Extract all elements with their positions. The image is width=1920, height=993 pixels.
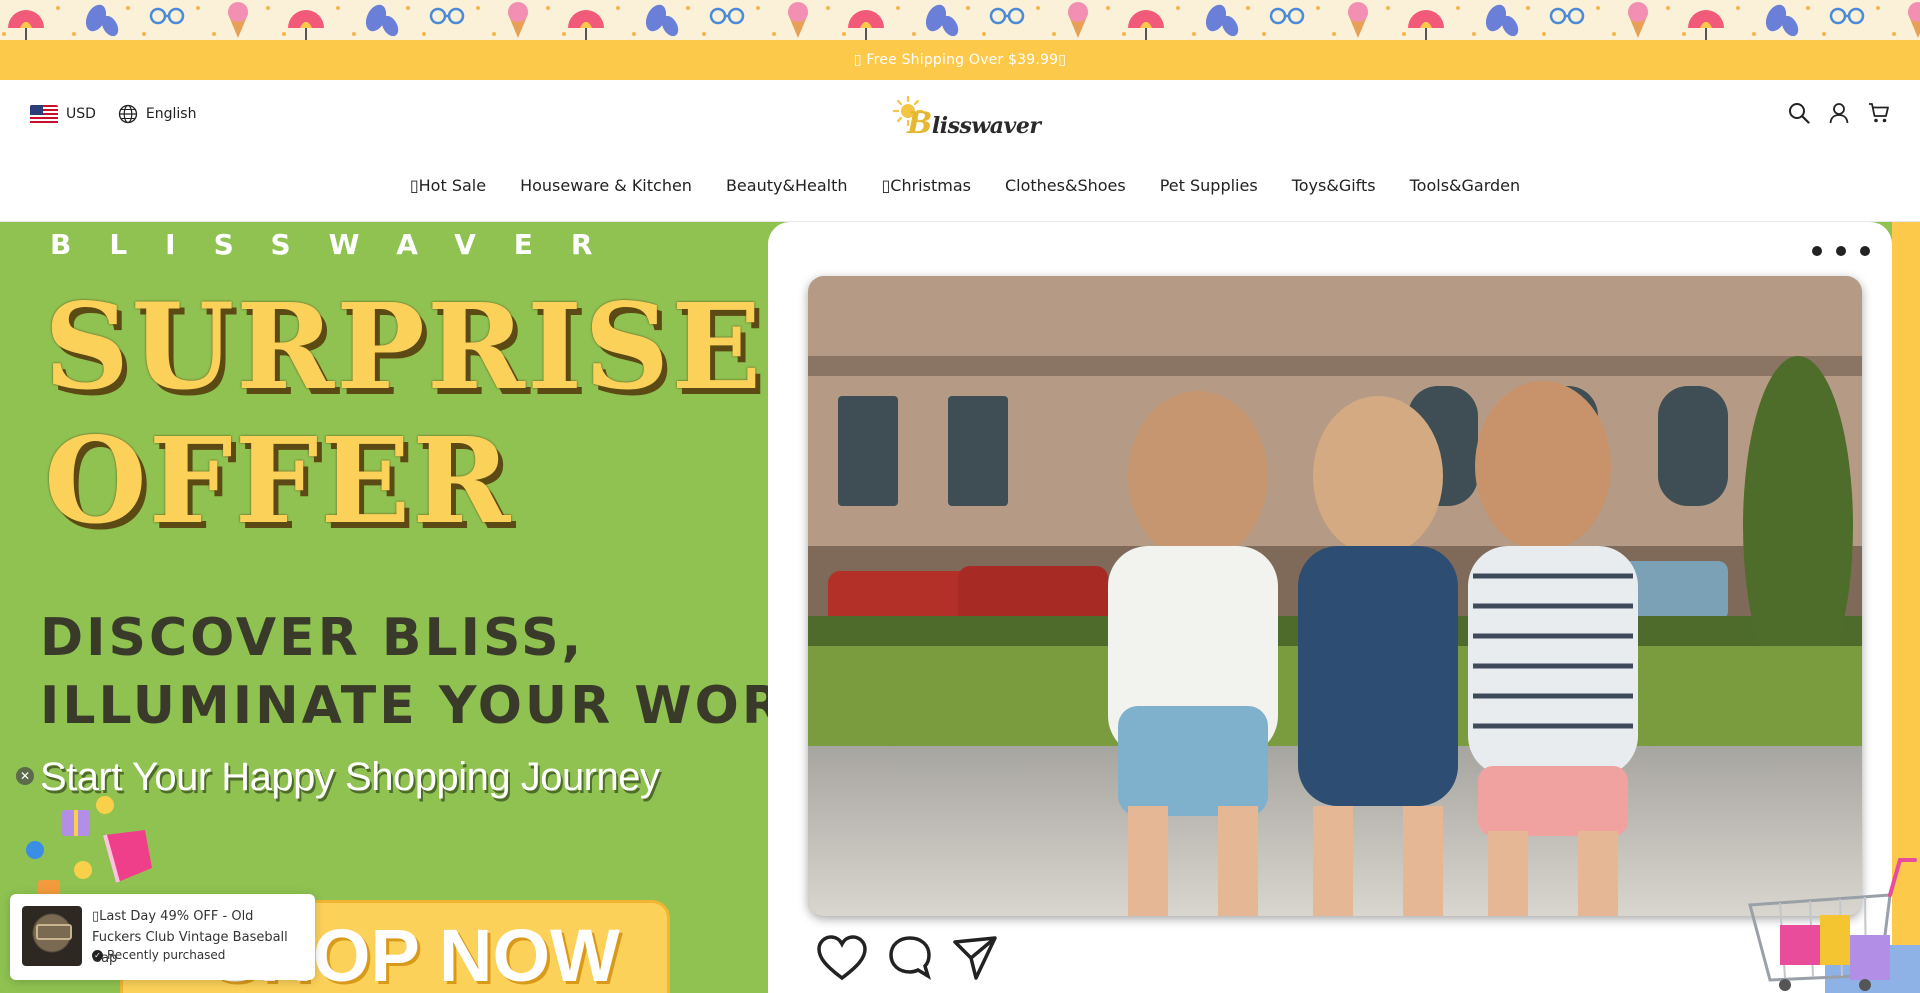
more-options-icon (1812, 246, 1870, 256)
nav-item-christmas[interactable]: ▯Christmas (881, 176, 970, 195)
header-actions (1788, 102, 1890, 124)
cart-icon[interactable] (1868, 102, 1890, 124)
nav-item-tools-garden[interactable]: Tools&Garden (1410, 176, 1521, 195)
hero-headline-line-1: SURPRISE (44, 277, 764, 416)
social-post-card (768, 222, 1892, 993)
nav-item-hot-sale[interactable]: ▯Hot Sale (410, 176, 486, 195)
globe-icon (118, 104, 138, 124)
locale-selector[interactable]: USD English (30, 104, 196, 124)
post-actions (816, 934, 998, 982)
hero-subheadline-line-2: ILLUMINATE YOUR WORLD (40, 676, 868, 736)
product-thumbnail (22, 906, 82, 966)
site-logo[interactable]: Blisswaver (893, 96, 1041, 141)
logo-wordmark: Blisswaver (907, 106, 1041, 141)
comment-icon[interactable] (888, 934, 932, 982)
heart-icon[interactable] (816, 934, 868, 982)
nav-item-houseware-kitchen[interactable]: Houseware & Kitchen (520, 176, 692, 195)
popup-status: ✓ Recently purchased (92, 948, 225, 962)
announcement-text: ▯ Free Shipping Over $39.99▯ (853, 52, 1067, 68)
announcement-bar: ▯ Free Shipping Over $39.99▯ (0, 40, 1920, 80)
main-navigation: ▯Hot Sale Houseware & Kitchen Beauty&Hea… (0, 150, 1920, 222)
nav-item-toys-gifts[interactable]: Toys&Gifts (1292, 176, 1376, 195)
popup-status-text: Recently purchased (107, 948, 226, 962)
language-label[interactable]: English (146, 106, 197, 122)
nav-item-pet-supplies[interactable]: Pet Supplies (1160, 176, 1258, 195)
decorative-pattern-banner (0, 0, 1920, 40)
hero-headline-line-2: OFFER (44, 411, 513, 550)
check-icon: ✓ (92, 949, 103, 961)
hero-headline: SURPRISE OFFER (44, 280, 763, 548)
shopping-cart-decoration (1748, 858, 1920, 993)
hero-subheadline: DISCOVER BLISS, ILLUMINATE YOUR WORLD (40, 604, 867, 740)
site-header: USD English Blisswaver (0, 80, 1920, 150)
nav-item-clothes-shoes[interactable]: Clothes&Shoes (1005, 176, 1126, 195)
search-icon[interactable] (1788, 102, 1810, 124)
currency-label[interactable]: USD (66, 106, 96, 122)
gift-widget-icon[interactable] (10, 790, 160, 900)
hero-lifestyle-photo (808, 276, 1862, 916)
hero-subheadline-line-1: DISCOVER BLISS, (40, 608, 585, 668)
hero-brand-letters: BLISSWAVER (50, 228, 631, 261)
nav-item-beauty-health[interactable]: Beauty&Health (726, 176, 848, 195)
account-icon[interactable] (1828, 102, 1850, 124)
close-gift-widget-icon[interactable]: ✕ (16, 767, 34, 785)
hero-banner[interactable]: BLISSWAVER SURPRISE OFFER DISCOVER BLISS… (0, 222, 1920, 993)
us-flag-icon (30, 104, 58, 124)
recent-purchase-popup[interactable]: ▯Last Day 49% OFF - Old Fuckers Club Vin… (10, 894, 315, 980)
share-icon[interactable] (952, 934, 998, 982)
